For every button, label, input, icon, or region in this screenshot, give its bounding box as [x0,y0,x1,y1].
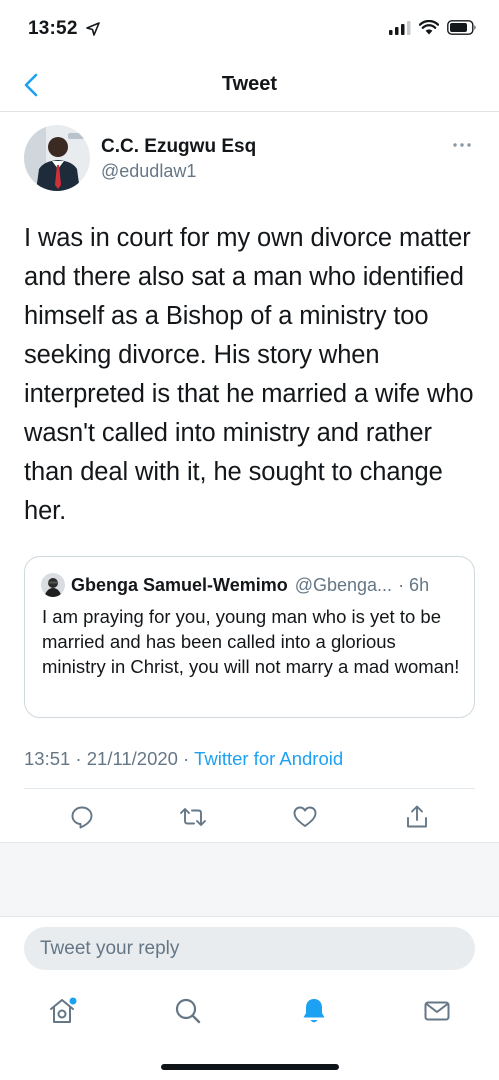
retweet-icon [180,808,206,826]
home-icon [50,997,77,1023]
avatar[interactable] [24,125,90,191]
reply-icon [71,806,93,829]
tweet-header: C.C. Ezugwu Esq @edudlaw1 [24,125,476,191]
author-name[interactable]: C.C. Ezugwu Esq [101,136,256,158]
replies-area [0,842,499,917]
quoted-avatar-image [41,573,65,597]
battery-icon [447,20,476,35]
location-arrow-icon [86,22,100,36]
status-time: 13:52 [28,18,78,39]
avatar-image [24,125,90,191]
tweet-source-link[interactable]: Twitter for Android [194,748,343,769]
quoted-author-name: Gbenga Samuel-Wemimo [71,574,288,595]
share-icon [407,805,427,828]
share-button[interactable] [402,802,432,832]
quoted-tweet-text: I am praying for you, young man who is y… [42,606,460,677]
page-title: Tweet [221,73,278,95]
tab-notifications[interactable] [296,993,332,1029]
tweet-actions [24,790,475,842]
messages-icon [424,1001,450,1021]
timestamp-text: 13:51 · 21/11/2020 · [24,748,195,769]
tab-messages[interactable] [419,993,455,1029]
home-indicator [161,1064,339,1070]
tweet-timestamp: 13:51 · 21/11/2020 · Twitter for Android [24,748,343,770]
quoted-tweet[interactable]: Gbenga Samuel-Wemimo @Gbenga... · 6h I a… [24,556,475,718]
tweet-text: I was in court for my own divorce matter… [24,224,474,525]
quoted-time: · 6h [398,574,430,595]
status-icons [389,20,477,35]
more-button[interactable] [448,135,476,155]
status-bar: 13:52 [0,0,499,62]
divider [24,788,475,789]
bottom-tab-bar [0,985,499,1035]
search-icon [175,998,201,1024]
quoted-tweet-header: Gbenga Samuel-Wemimo @Gbenga... · 6h [41,573,460,597]
tab-search[interactable] [170,993,206,1029]
reply-input[interactable] [24,927,475,970]
author-handle[interactable]: @edudlaw1 [101,161,196,182]
more-horizontal-icon [453,143,471,147]
like-icon [293,806,317,827]
reply-button[interactable] [67,802,97,832]
retweet-button[interactable] [178,802,208,832]
tab-home[interactable] [44,993,80,1029]
quoted-author-handle: @Gbenga... [294,574,393,595]
nav-bar: Tweet [0,62,499,112]
like-button[interactable] [290,802,320,832]
quoted-avatar [41,573,65,597]
cellular-signal-icon [389,20,411,35]
wifi-icon [419,20,439,35]
notifications-icon [303,999,325,1023]
